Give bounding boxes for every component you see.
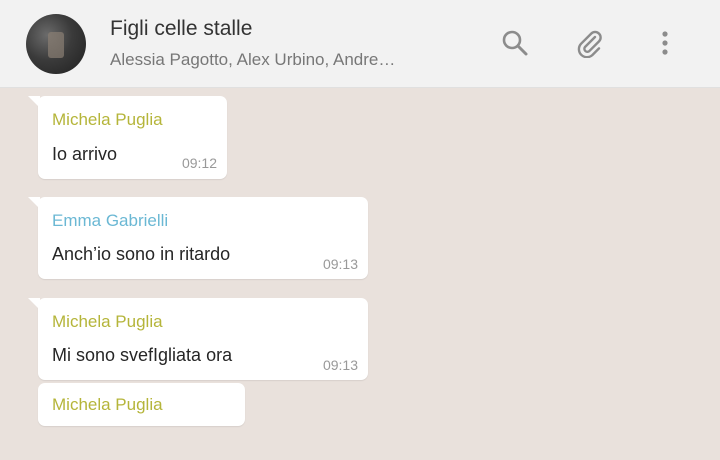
group-avatar[interactable] [26, 14, 86, 74]
message-bubble[interactable]: Michela Puglia Mi sono svefIgliata ora 0… [28, 298, 368, 380]
message-text: Mi sono svefIgliata ora [52, 345, 233, 365]
message-text: Anch’io sono in ritardo [52, 244, 231, 264]
message-bubble[interactable]: Michela Puglia Io arrivo 09:12 [28, 96, 227, 179]
message-time: 09:12 [181, 155, 217, 171]
paperclip-icon[interactable] [574, 28, 604, 58]
group-participants[interactable]: Alessia Pagotto, Alex Urbino, Andre… [110, 50, 395, 70]
message-bubble[interactable]: Michela Puglia [38, 383, 245, 426]
message-time: 09:13 [322, 256, 358, 272]
search-icon[interactable] [500, 28, 530, 58]
message-sender[interactable]: Michela Puglia [52, 312, 163, 332]
menu-icon[interactable] [650, 28, 680, 58]
group-title[interactable]: Figli celle stalle [110, 17, 252, 41]
message-time: 09:13 [322, 357, 358, 373]
message-sender[interactable]: Emma Gabrielli [52, 211, 168, 231]
message-text: Io arrivo [52, 144, 118, 164]
chat-header: Figli celle stalle Alessia Pagotto, Alex… [0, 0, 720, 88]
message-list[interactable]: Michela Puglia Io arrivo 09:12 Emma Gabr… [0, 88, 720, 460]
message-bubble[interactable]: Emma Gabrielli Anch’io sono in ritardo 0… [28, 197, 368, 279]
message-sender[interactable]: Michela Puglia [52, 395, 163, 415]
message-sender[interactable]: Michela Puglia [52, 110, 163, 130]
